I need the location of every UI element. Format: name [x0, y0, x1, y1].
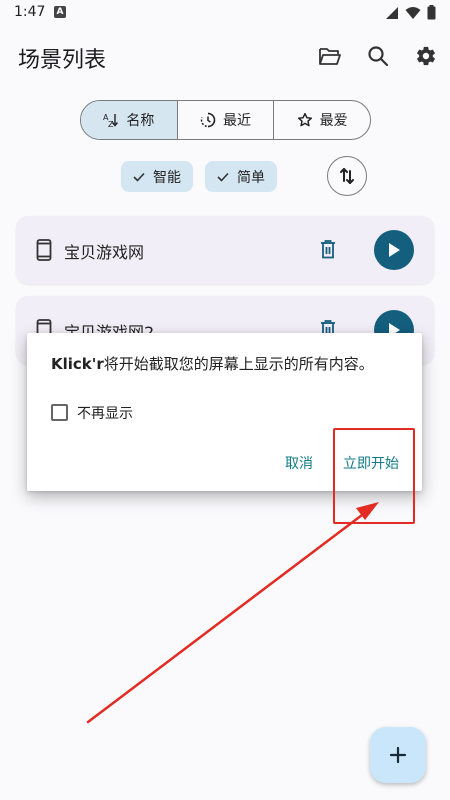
- plus-icon: [389, 746, 407, 764]
- add-scenario-button[interactable]: [370, 727, 426, 783]
- annotation-arrow: [86, 502, 379, 724]
